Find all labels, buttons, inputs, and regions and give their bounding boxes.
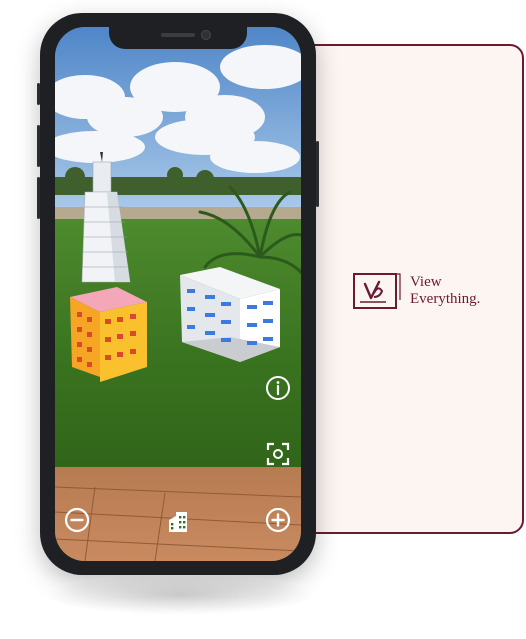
phone-notch bbox=[109, 25, 247, 49]
zoom-out-button[interactable] bbox=[64, 507, 90, 533]
brand-line-2: Everything. bbox=[410, 291, 481, 307]
focus-scan-icon bbox=[266, 442, 290, 466]
orange-building-model bbox=[70, 287, 147, 382]
brand-logo: View Everything. bbox=[352, 270, 480, 312]
phone-power-button bbox=[316, 141, 319, 207]
brand-tagline: View Everything. bbox=[410, 274, 480, 308]
buildings-button[interactable] bbox=[165, 508, 191, 534]
info-icon bbox=[266, 376, 290, 400]
info-button[interactable] bbox=[265, 375, 291, 401]
scan-button[interactable] bbox=[265, 441, 291, 467]
earpiece-speaker bbox=[161, 33, 195, 37]
phone-volume-down bbox=[37, 177, 40, 219]
brand-line-1: View bbox=[410, 274, 442, 290]
ar-scene bbox=[55, 27, 301, 561]
buildings-icon bbox=[169, 512, 187, 532]
phone-side-button bbox=[37, 83, 40, 105]
front-camera bbox=[201, 30, 211, 40]
zoom-in-icon bbox=[265, 507, 291, 533]
ar-camera-view bbox=[55, 27, 301, 561]
logo-mark-icon bbox=[352, 270, 402, 312]
zoom-out-icon bbox=[64, 507, 90, 533]
zoom-in-button[interactable] bbox=[265, 507, 291, 533]
phone-shadow bbox=[44, 575, 316, 615]
phone-volume-up bbox=[37, 125, 40, 167]
